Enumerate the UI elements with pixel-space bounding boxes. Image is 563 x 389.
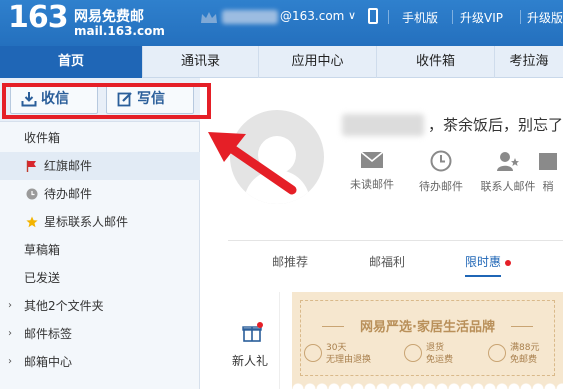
tab-mail-welfare[interactable]: 邮福利 bbox=[369, 253, 405, 270]
folder-label: 收件箱 bbox=[24, 131, 61, 145]
user-name-redacted bbox=[342, 114, 424, 136]
chevron-right-icon: › bbox=[8, 356, 12, 367]
clock-icon bbox=[26, 188, 38, 200]
quick-later[interactable]: 稍 bbox=[528, 150, 563, 194]
folder-tags[interactable]: › 邮件标签 bbox=[0, 320, 200, 348]
folder-label: 邮件标签 bbox=[24, 327, 73, 341]
account-name-redacted bbox=[222, 10, 278, 24]
tab-app-center[interactable]: 应用中心 bbox=[259, 46, 377, 78]
folder-label: 其他2个文件夹 bbox=[24, 299, 104, 313]
chevron-down-icon[interactable]: ∨ bbox=[348, 9, 356, 22]
mail-logo[interactable]: 163 网易免费邮 mail.163.com bbox=[8, 0, 165, 40]
folder-inbox[interactable]: 收件箱 bbox=[0, 124, 200, 152]
folder-mail-center[interactable]: › 邮箱中心 bbox=[0, 348, 200, 376]
tab-home[interactable]: 首页 bbox=[0, 46, 143, 78]
shipping-icon bbox=[488, 344, 506, 362]
contact-star-icon bbox=[497, 152, 519, 171]
quick-label: 未读邮件 bbox=[350, 178, 394, 191]
clock-icon bbox=[430, 150, 452, 172]
folder-label: 邮箱中心 bbox=[24, 355, 73, 369]
red-flag-icon bbox=[26, 160, 36, 172]
chevron-right-icon: › bbox=[8, 328, 12, 339]
check-shield-icon bbox=[304, 344, 322, 362]
header-divider bbox=[520, 10, 521, 24]
folder-red-flag[interactable]: 红旗邮件 bbox=[0, 152, 200, 180]
folder-label: 红旗邮件 bbox=[44, 159, 93, 173]
folder-drafts[interactable]: 草稿箱 bbox=[0, 236, 200, 264]
account-domain[interactable]: @163.com bbox=[280, 9, 344, 23]
folder-label: 星标联系人邮件 bbox=[44, 215, 129, 229]
header-divider bbox=[388, 10, 389, 24]
mobile-version-link[interactable]: 手机版 bbox=[402, 9, 438, 26]
promo-banner[interactable]: 网易严选·家居生活品牌 30天 无理由退换 退货 免运费 满88元 免邮费 bbox=[292, 292, 563, 389]
tab-kaola[interactable]: 考拉海 bbox=[495, 46, 563, 78]
active-tab-underline bbox=[465, 275, 501, 277]
folder-label: 草稿箱 bbox=[24, 243, 61, 257]
top-header: 163 网易免费邮 mail.163.com @163.com ∨ 手机版 升级… bbox=[0, 0, 563, 46]
later-icon bbox=[539, 153, 557, 170]
quick-todo[interactable]: 待办邮件 bbox=[406, 150, 476, 194]
highlight-frame bbox=[2, 83, 211, 119]
crown-icon bbox=[201, 12, 217, 23]
envelope-icon bbox=[360, 151, 384, 168]
tab-inbox[interactable]: 收件箱 bbox=[377, 46, 495, 78]
star-icon bbox=[26, 216, 38, 228]
folder-sidebar: 收信 写信 收件箱 红旗邮件 待办邮件 星标联系人邮件 草稿箱 已发送 › 其他… bbox=[0, 78, 200, 389]
gift-label: 新人礼 bbox=[232, 354, 269, 368]
folder-other[interactable]: › 其他2个文件夹 bbox=[0, 292, 200, 320]
mobile-phone-icon[interactable] bbox=[368, 8, 378, 24]
welcome-greeting: ，茶余饭后，别忘了 bbox=[428, 116, 563, 134]
logo-domain: mail.163.com bbox=[74, 24, 165, 38]
chevron-right-icon: › bbox=[8, 300, 12, 311]
tab-limited-offer[interactable]: 限时惠 bbox=[465, 253, 501, 270]
red-arrow-annotation bbox=[208, 132, 297, 195]
new-indicator-dot bbox=[505, 260, 511, 266]
quick-label: 待办邮件 bbox=[419, 180, 463, 193]
main-tab-bar: 首页 通讯录 应用中心 收件箱 考拉海 bbox=[0, 46, 563, 78]
tab-contacts[interactable]: 通讯录 bbox=[143, 46, 259, 78]
quick-label: 稍 bbox=[542, 180, 554, 193]
gift-new-dot bbox=[257, 322, 263, 328]
quick-unread[interactable]: 未读邮件 bbox=[337, 150, 407, 192]
folder-label: 待办邮件 bbox=[44, 187, 93, 201]
return-icon bbox=[404, 344, 422, 362]
logo-name: 网易免费邮 bbox=[74, 9, 144, 25]
tab-mail-recommend[interactable]: 邮推荐 bbox=[272, 253, 308, 270]
header-divider bbox=[452, 10, 453, 24]
folder-label: 已发送 bbox=[24, 271, 61, 285]
folder-todo[interactable]: 待办邮件 bbox=[0, 180, 200, 208]
upgrade-vip-link[interactable]: 升级VIP bbox=[460, 9, 503, 26]
folder-starred-contacts[interactable]: 星标联系人邮件 bbox=[0, 208, 200, 236]
folder-sent[interactable]: 已发送 bbox=[0, 264, 200, 292]
upgrade-version-link[interactable]: 升级版 bbox=[527, 9, 563, 26]
logo-number: 163 bbox=[8, 0, 69, 35]
